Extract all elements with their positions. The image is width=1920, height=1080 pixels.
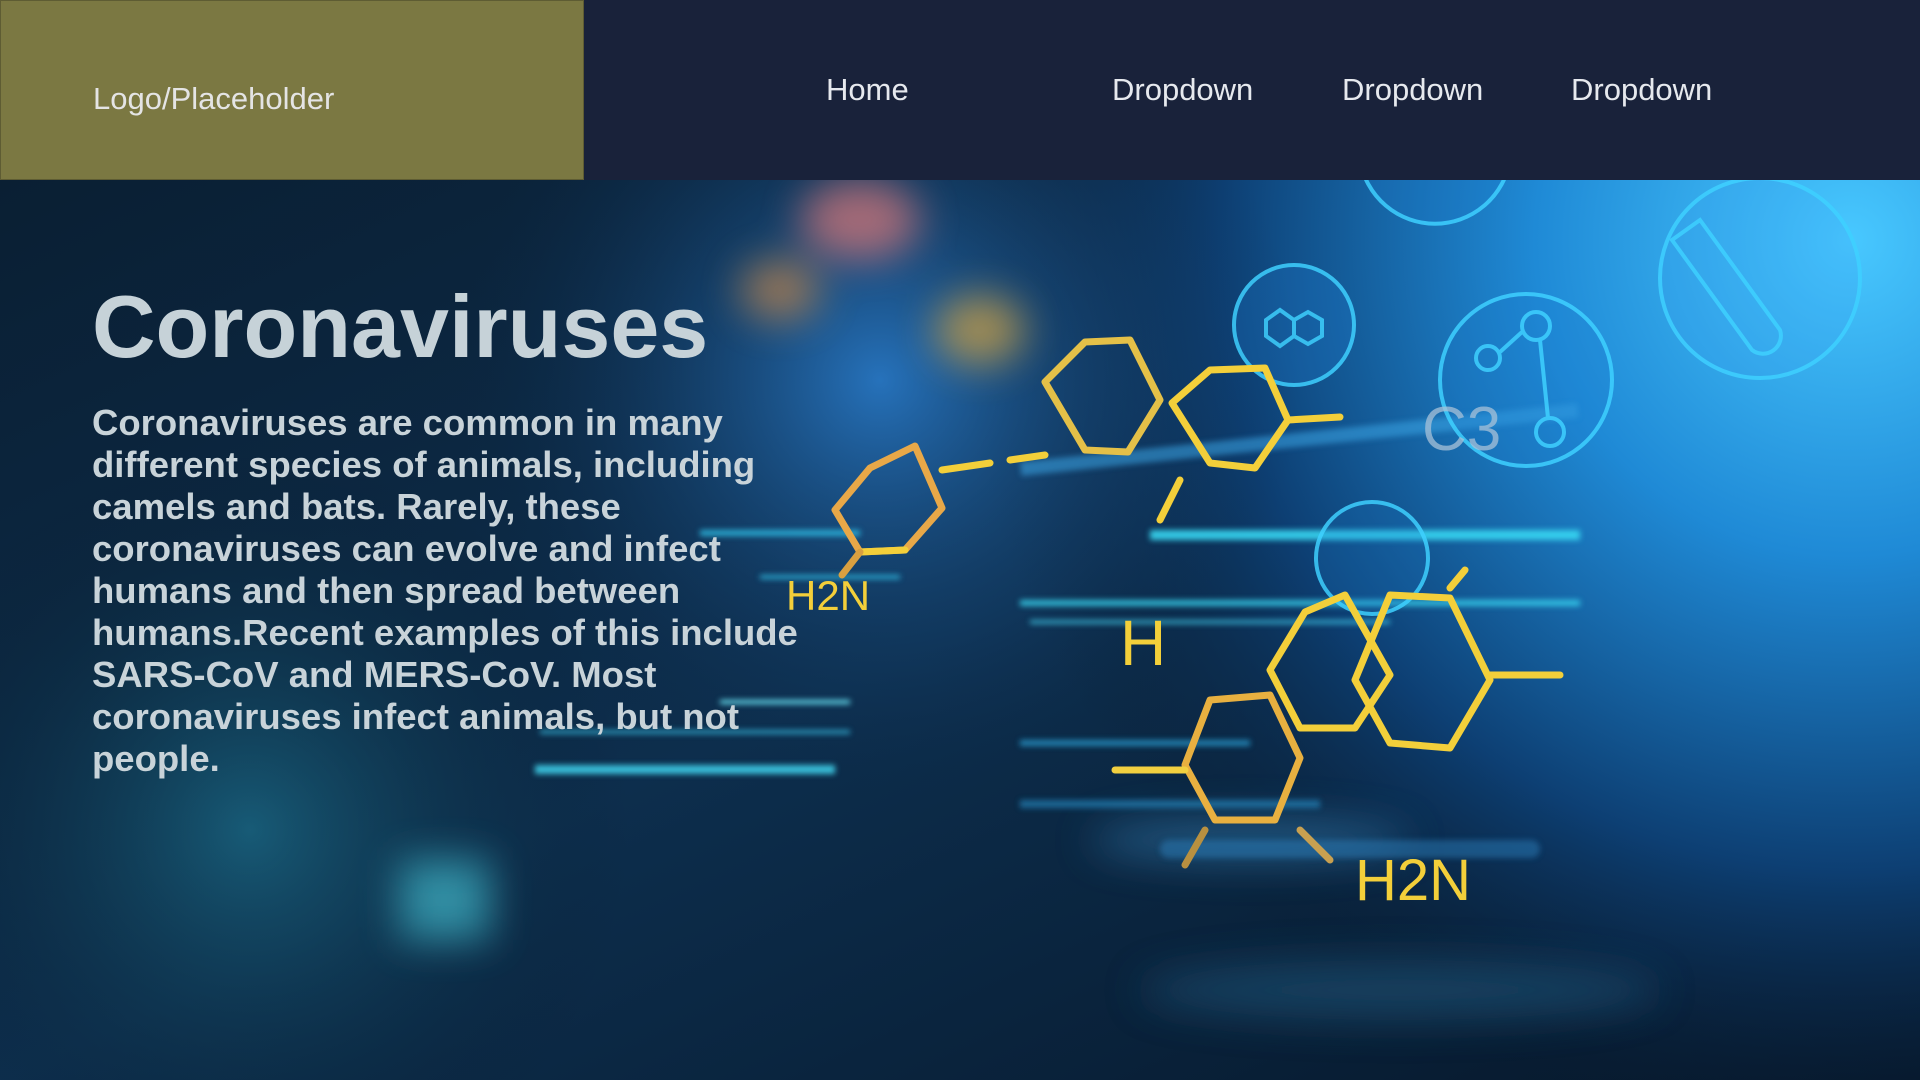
hero-body-text: Coronaviruses are common in many differe… — [92, 402, 798, 779]
logo-text: Logo/Placeholder — [93, 81, 335, 116]
nav-home-link[interactable]: Home — [826, 72, 909, 108]
hero-title: Coronaviruses — [92, 277, 709, 376]
molecule-label-h: H — [1120, 607, 1166, 679]
hero-section: H2N H H2N C3 Coronaviruses Coronaviruses… — [0, 180, 1920, 1080]
nav-dropdown-1[interactable]: Dropdown — [1112, 72, 1253, 108]
molecule-label-h2n-right: H2N — [1355, 848, 1471, 913]
molecule-label-c3: C3 — [1422, 395, 1501, 464]
nav-dropdown-2[interactable]: Dropdown — [1342, 72, 1483, 108]
logo-placeholder[interactable]: Logo/Placeholder — [0, 0, 584, 180]
nav-dropdown-3[interactable]: Dropdown — [1571, 72, 1712, 108]
top-nav-bar: Logo/Placeholder Home Dropdown Dropdown … — [0, 0, 1920, 180]
